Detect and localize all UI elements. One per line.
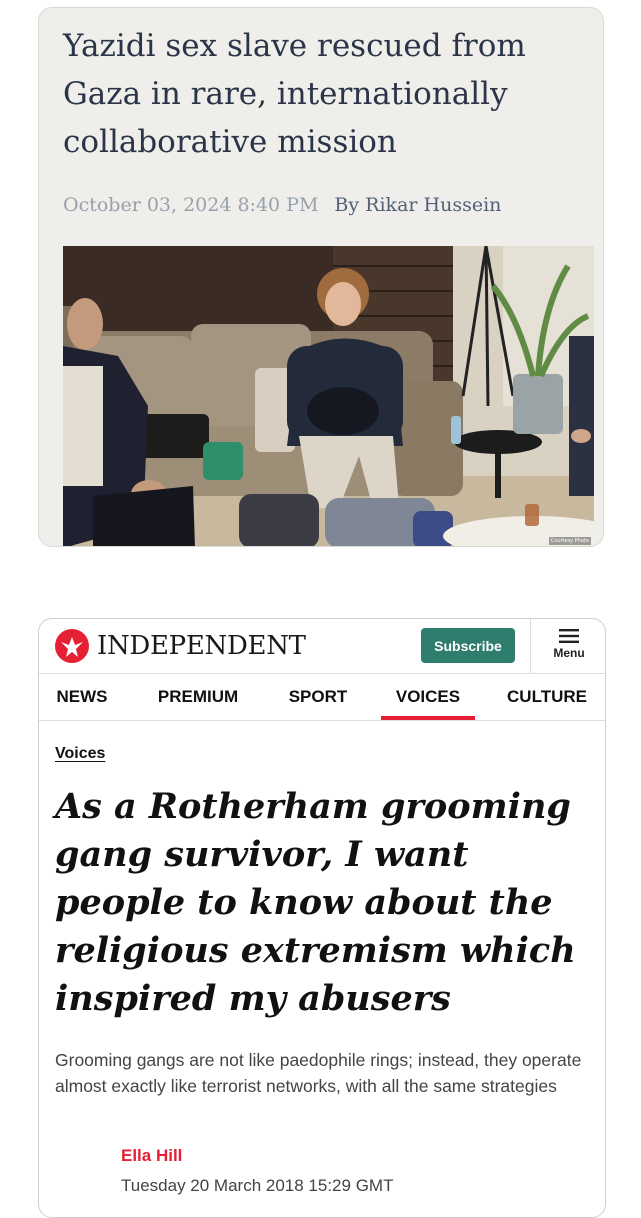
photo-credit: Courtesy Photo xyxy=(548,537,591,545)
byline-prefix: By xyxy=(334,194,360,216)
menu-button[interactable]: Menu xyxy=(539,625,599,669)
photo-illustration xyxy=(63,246,594,546)
article-headline[interactable]: As a Rotherham grooming gang survivor, I… xyxy=(55,783,595,1023)
nav-sport[interactable]: SPORT xyxy=(287,674,349,720)
hamburger-icon xyxy=(559,629,579,643)
author-link[interactable]: Ella Hill xyxy=(121,1146,182,1166)
publish-date: Tuesday 20 March 2018 15:29 GMT xyxy=(121,1176,394,1195)
article-date: October 03, 2024 8:40 PM xyxy=(63,194,319,216)
nav-culture[interactable]: CULTURE xyxy=(505,674,589,720)
article-meta: October 03, 2024 8:40 PM By Rikar Hussein xyxy=(63,194,501,216)
article-card-voa: Yazidi sex slave rescued from Gaza in ra… xyxy=(38,7,604,547)
section-tag-link[interactable]: Voices xyxy=(55,745,105,763)
section-nav: NEWS PREMIUM SPORT VOICES CULTURE xyxy=(39,673,605,721)
nav-news[interactable]: NEWS xyxy=(55,674,109,720)
header-divider xyxy=(530,619,531,673)
eagle-logo-icon[interactable] xyxy=(55,629,89,663)
subscribe-button[interactable]: Subscribe xyxy=(421,628,515,663)
article-headline[interactable]: Yazidi sex slave rescued from Gaza in ra… xyxy=(63,22,583,166)
nav-premium[interactable]: PREMIUM xyxy=(155,674,241,720)
nav-voices[interactable]: VOICES xyxy=(381,674,475,720)
article-card-independent: INDEPENDENT Subscribe Menu NEWS PREMIUM … xyxy=(38,618,606,1218)
site-logo-text[interactable]: INDEPENDENT xyxy=(97,629,306,663)
article-author-link[interactable]: Rikar Hussein xyxy=(365,194,501,216)
menu-label: Menu xyxy=(553,646,585,660)
article-standfirst: Grooming gangs are not like paedophile r… xyxy=(55,1050,582,1096)
site-header: INDEPENDENT Subscribe Menu xyxy=(39,619,605,673)
article-photo[interactable]: Courtesy Photo xyxy=(63,246,594,546)
